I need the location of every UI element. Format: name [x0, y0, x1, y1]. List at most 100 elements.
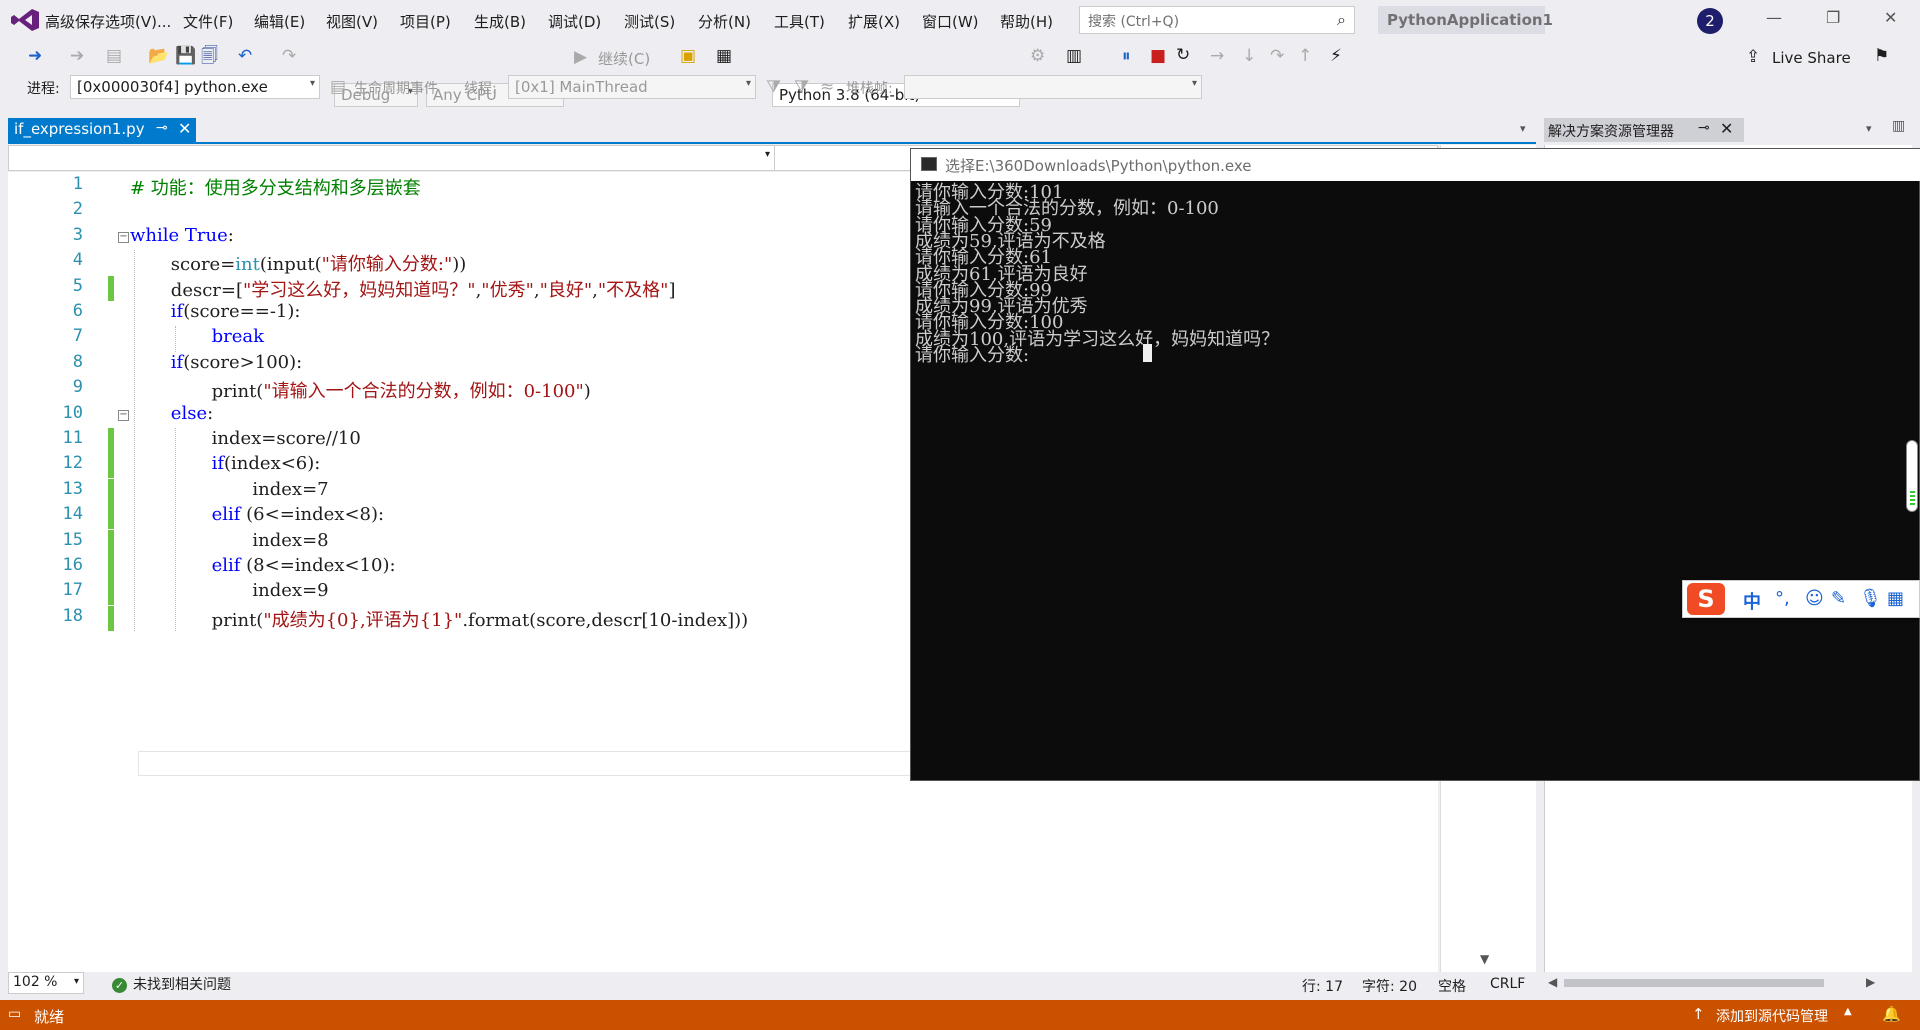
console-title-bar[interactable]: 选择E:\360Downloads\Python\python.exe [911, 149, 1920, 181]
code-line[interactable]: while True: [130, 225, 234, 246]
menu-edit[interactable]: 编辑(E) [254, 11, 305, 32]
filter-icon[interactable]: ⧩ [766, 77, 781, 97]
code-line[interactable]: index=9 [252, 580, 328, 601]
menu-project[interactable]: 项目(P) [400, 11, 451, 32]
menu-tools[interactable]: 工具(T) [774, 11, 825, 32]
scroll-right-icon[interactable]: ▶ [1866, 975, 1875, 989]
step-out-icon[interactable]: ↑ [1298, 46, 1312, 66]
solution-explorer-tab[interactable]: 解决方案资源管理器 ⊸ ✕ [1544, 118, 1744, 142]
code-line[interactable]: print("请输入一个合法的分数，例如：0-100") [212, 377, 591, 403]
pin-icon[interactable]: ⊸ [1698, 120, 1710, 136]
live-share-button[interactable]: Live Share [1772, 49, 1851, 67]
line-position[interactable]: 行: 17 [1302, 976, 1343, 996]
code-line[interactable]: if(index<6): [212, 453, 321, 474]
punctuation-icon[interactable]: °, [1775, 588, 1790, 609]
code-line[interactable]: # 功能：使用多分支结构和多层嵌套 [130, 174, 421, 200]
code-line[interactable]: if(score==-1): [171, 301, 301, 322]
panel-dropdown-icon[interactable]: ▾ [1866, 122, 1872, 135]
code-line[interactable]: index=7 [252, 479, 328, 500]
close-panel-icon[interactable]: ✕ [1720, 119, 1733, 138]
open-folder-icon[interactable]: 📂 [148, 46, 169, 66]
handwriting-icon[interactable]: ✎ [1831, 588, 1846, 609]
close-tab-icon[interactable]: ✕ [178, 119, 191, 138]
search-box[interactable]: 搜索 (Ctrl+Q) ⌕ [1079, 6, 1355, 34]
filter-clear-icon[interactable]: ⧩ [794, 77, 809, 97]
microphone-icon[interactable]: 🎙 [1859, 588, 1882, 609]
add-to-source-control-button[interactable]: 添加到源代码管理 [1716, 1006, 1828, 1026]
floating-scroll-indicator[interactable] [1906, 440, 1918, 512]
zoom-select[interactable]: 102 % ▾ [8, 972, 84, 994]
code-line[interactable]: score=int(input("请你输入分数:")) [171, 250, 467, 276]
menu-view[interactable]: 视图(V) [326, 11, 378, 32]
continue-button[interactable]: 继续(C) [598, 48, 650, 69]
whitespace-mode[interactable]: 空格 [1438, 976, 1466, 996]
menu-advanced-save[interactable]: 高级保存选项(V)... [45, 11, 171, 32]
code-line[interactable]: elif (8<=index<10): [212, 555, 396, 576]
scroll-left-icon[interactable]: ◀ [1548, 975, 1557, 989]
lifecycle-icon[interactable]: ▤ [330, 77, 346, 97]
code-line[interactable]: break [212, 326, 264, 347]
chevron-up-icon[interactable]: ▲ [1844, 1006, 1852, 1017]
type-navigation-select[interactable]: ▾ [9, 146, 775, 170]
issues-indicator[interactable]: ✓ 未找到相关问题 [112, 974, 231, 994]
undo-icon[interactable]: ↶ [238, 46, 252, 66]
scroll-down-icon[interactable]: ▼ [1480, 952, 1489, 966]
ime-toolbar[interactable]: S 中 °, ☺ ✎ 🎙 ▦ [1682, 580, 1920, 618]
ime-mode-toggle[interactable]: 中 [1743, 588, 1761, 614]
minimize-icon[interactable]: — [1766, 8, 1782, 27]
stop-icon[interactable]: ■ [1150, 46, 1166, 66]
menu-extensions[interactable]: 扩展(X) [848, 11, 900, 32]
scroll-thumb[interactable] [1564, 979, 1824, 987]
attach-icon[interactable]: ▣ [680, 46, 696, 66]
collapse-icon[interactable]: − [118, 231, 129, 243]
play-icon[interactable]: ▶ [574, 47, 587, 67]
side-toolbox-icon[interactable]: ▥ [1892, 118, 1905, 134]
process-select[interactable]: [0x000030f4] python.exe ▾ [70, 75, 320, 99]
back-icon[interactable]: ➜ [28, 46, 42, 66]
menu-help[interactable]: 帮助(H) [1000, 11, 1053, 32]
line-ending[interactable]: CRLF [1490, 976, 1525, 992]
save-icon[interactable]: 💾 [175, 46, 196, 66]
menu-analyze[interactable]: 分析(N) [698, 11, 751, 32]
notification-badge[interactable]: 2 [1697, 8, 1723, 34]
sogou-logo-icon[interactable]: S [1687, 583, 1725, 615]
redo-icon[interactable]: ↷ [282, 46, 296, 66]
show-next-statement-icon[interactable]: → [1210, 46, 1224, 66]
char-position[interactable]: 字符: 20 [1362, 976, 1417, 996]
flag-threads-icon[interactable]: ≈ [820, 77, 834, 97]
save-all-icon[interactable]: 🗐 [201, 46, 218, 66]
hot-reload-icon[interactable]: ⚙ [1030, 46, 1045, 66]
console-output[interactable]: 请你输入分数:101 请输入一个合法的分数，例如：0-100 请你输入分数:59 成绩… [913, 182, 1913, 780]
code-line[interactable]: else: [171, 403, 213, 424]
menu-debug[interactable]: 调试(D) [548, 11, 601, 32]
notifications-bell-icon[interactable]: 🔔 [1882, 1005, 1901, 1023]
restart-icon[interactable]: ↻ [1176, 45, 1190, 65]
code-line[interactable]: print("成绩为{0},评语为{1}".format(score,descr… [212, 606, 749, 632]
code-line[interactable]: index=score//10 [212, 428, 361, 449]
diagnostic-icon[interactable]: ⚡ [1330, 46, 1342, 66]
tab-if-expression[interactable]: if_expression1.py ⊸ ✕ [8, 118, 196, 142]
menu-test[interactable]: 测试(S) [624, 11, 675, 32]
pause-icon[interactable]: ⏸ [1122, 46, 1131, 66]
emoji-icon[interactable]: ☺ [1805, 588, 1824, 609]
new-item-icon[interactable]: ▤ [106, 46, 122, 66]
menu-window[interactable]: 窗口(W) [922, 11, 979, 32]
forward-icon[interactable]: ➔ [70, 46, 84, 66]
restore-icon[interactable]: ❐ [1826, 8, 1840, 27]
feedback-icon[interactable]: ⚑ [1874, 46, 1889, 66]
step-over-icon[interactable]: ↷ [1270, 46, 1284, 66]
screenshot-icon[interactable]: ▦ [716, 46, 732, 66]
collapse-icon[interactable]: − [118, 409, 129, 421]
menu-file[interactable]: 文件(F) [183, 11, 233, 32]
live-share-icon[interactable]: ⇪ [1746, 47, 1760, 67]
code-line[interactable]: descr=["学习这么好，妈妈知道吗？","优秀","良好","不及格"] [171, 276, 676, 302]
toolbox-grid-icon[interactable]: ▦ [1887, 588, 1904, 609]
stack-frame-select[interactable]: ▾ [904, 75, 1202, 99]
tab-list-dropdown-icon[interactable]: ▾ [1520, 122, 1526, 135]
lifecycle-events-button[interactable]: 生命周期事件 [354, 78, 438, 98]
menu-build[interactable]: 生成(B) [474, 11, 526, 32]
close-window-icon[interactable]: ✕ [1884, 8, 1897, 27]
code-line[interactable]: elif (6<=index<8): [212, 504, 385, 525]
layout-icon[interactable]: ▥ [1066, 46, 1082, 66]
code-line[interactable]: index=8 [252, 530, 328, 551]
